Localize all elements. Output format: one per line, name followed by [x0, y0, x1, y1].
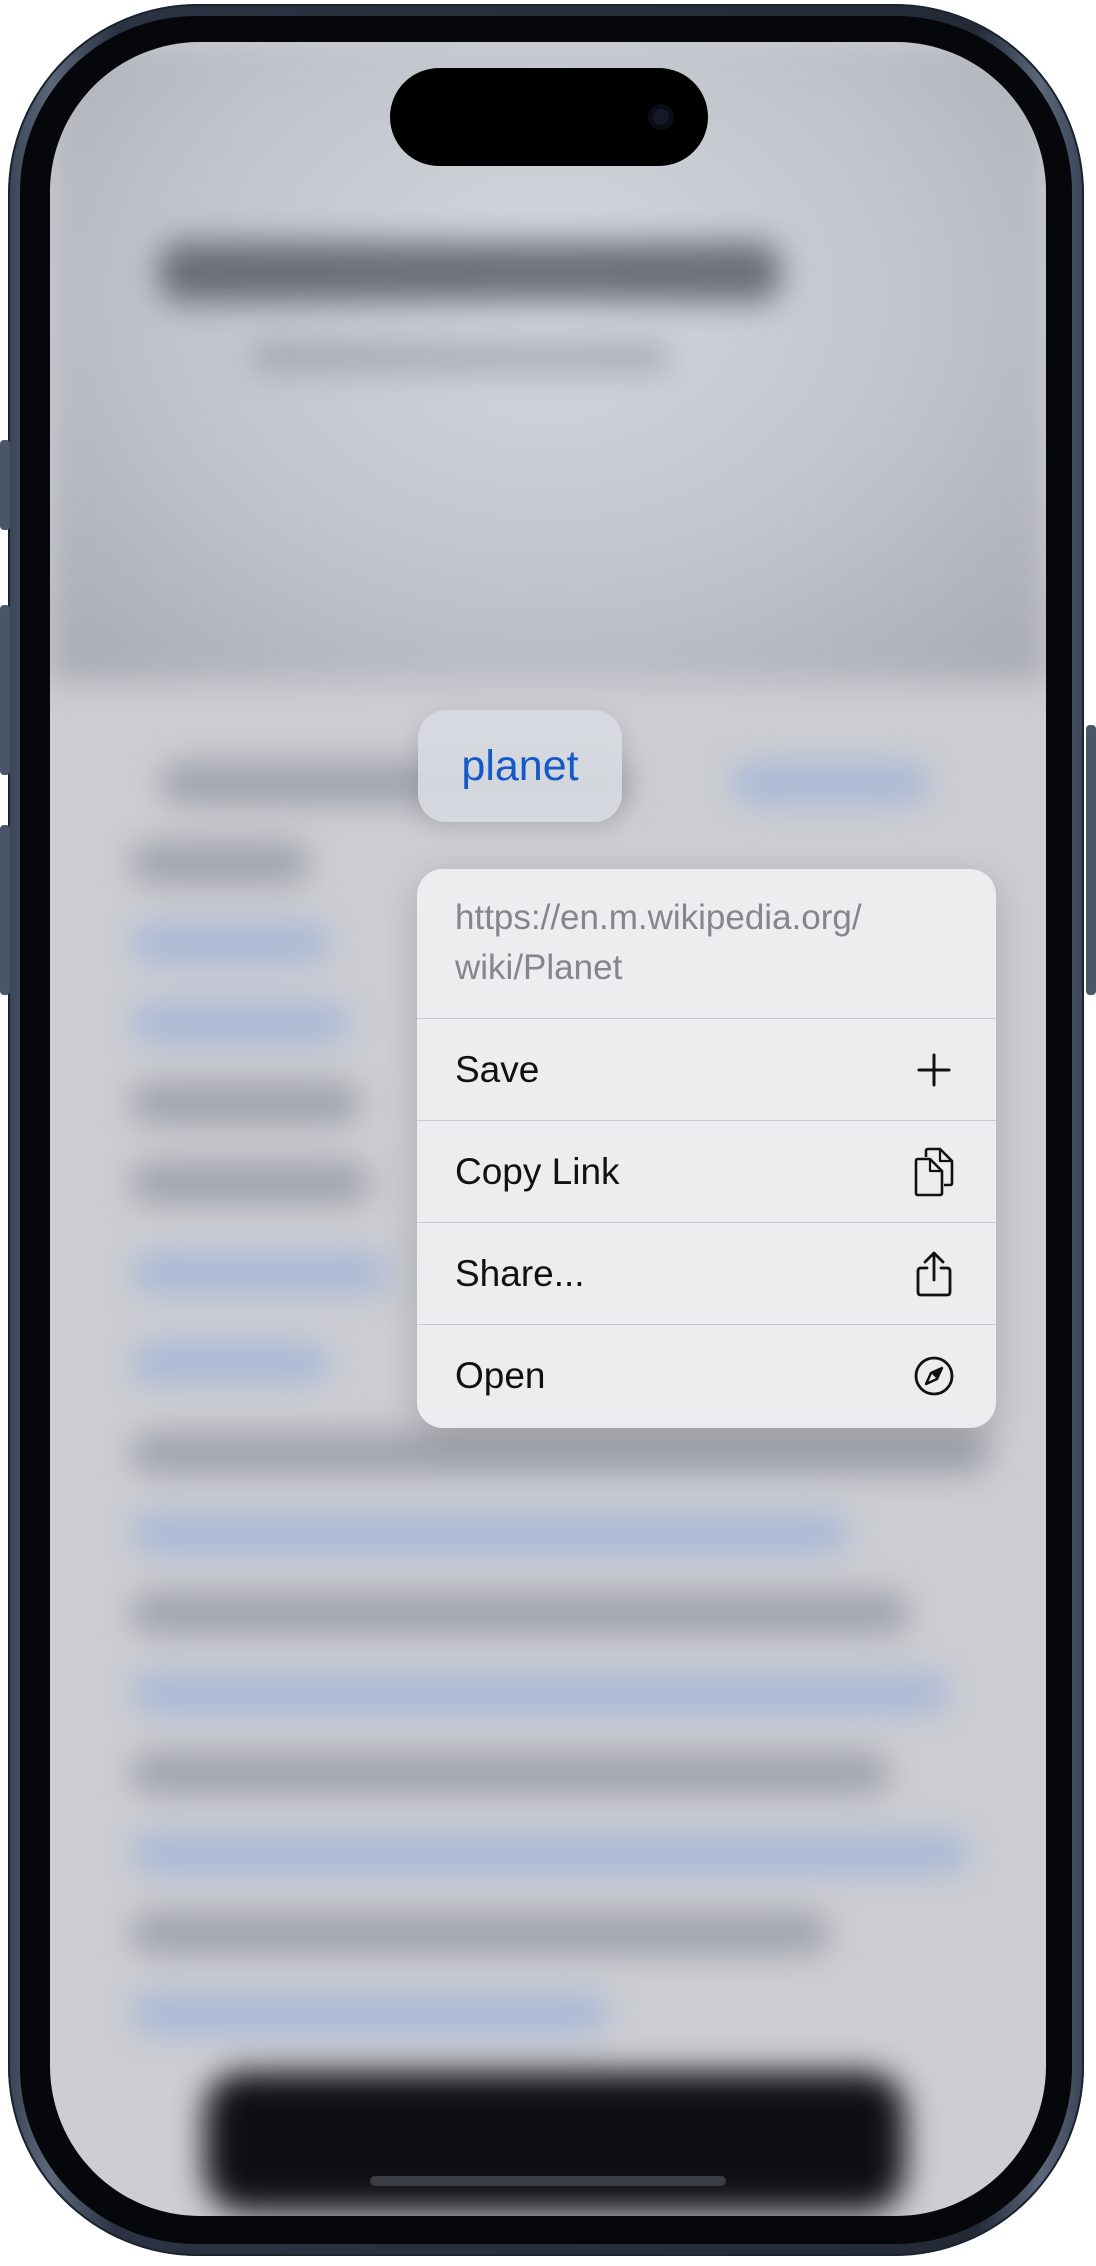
share-label: Share...	[455, 1252, 585, 1294]
share-button[interactable]: Share...	[417, 1223, 996, 1325]
compass-icon	[910, 1352, 958, 1400]
copy-link-label: Copy Link	[455, 1150, 620, 1192]
menu-url-line1: https://en.m.wikipedia.org/	[455, 898, 862, 937]
volume-up-button	[0, 605, 10, 775]
dynamic-island	[390, 68, 708, 166]
menu-url-line2: wiki/Planet	[455, 948, 623, 987]
volume-down-button	[0, 825, 10, 995]
front-camera-icon	[648, 104, 674, 130]
copy-link-button[interactable]: Copy Link	[417, 1121, 996, 1223]
link-preview[interactable]: planet	[418, 710, 622, 822]
share-icon	[910, 1250, 958, 1298]
context-menu: https://en.m.wikipedia.org/ wiki/Planet …	[417, 869, 996, 1428]
home-indicator[interactable]	[370, 2176, 726, 2186]
open-button[interactable]: Open	[417, 1325, 996, 1427]
open-label: Open	[455, 1355, 546, 1396]
menu-url-header: https://en.m.wikipedia.org/ wiki/Planet	[417, 869, 996, 1019]
screen: planet https://en.m.wikipedia.org/ wiki/…	[50, 42, 1046, 2216]
action-button	[0, 440, 10, 530]
link-preview-text: planet	[461, 741, 579, 790]
save-label: Save	[455, 1048, 540, 1090]
save-button[interactable]: Save	[417, 1019, 996, 1121]
plus-icon	[910, 1046, 958, 1094]
power-button	[1086, 725, 1096, 995]
copy-icon	[910, 1147, 958, 1196]
